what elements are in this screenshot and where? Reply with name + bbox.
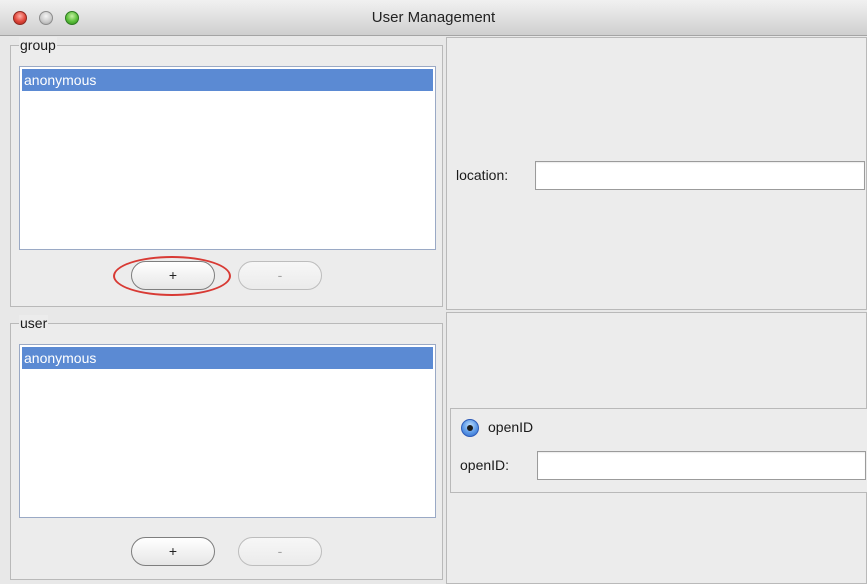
openid-field-label: openID: <box>460 457 510 473</box>
remove-group-button[interactable]: - <box>238 261 322 290</box>
user-panel: user anonymous <box>10 315 443 580</box>
remove-user-button[interactable]: - <box>238 537 322 566</box>
group-legend: group <box>19 37 57 53</box>
group-list-item-anonymous[interactable]: anonymous <box>22 69 433 91</box>
highlight-ring <box>113 256 231 296</box>
user-list-item-anonymous[interactable]: anonymous <box>22 347 433 369</box>
openid-field[interactable] <box>537 451 866 480</box>
location-panel: location: <box>446 37 867 310</box>
openid-group: openID openID: <box>450 408 867 493</box>
user-legend: user <box>19 315 49 331</box>
location-label: location: <box>456 167 509 183</box>
user-list[interactable]: anonymous <box>19 344 436 518</box>
location-field[interactable] <box>535 161 865 190</box>
openid-radio-label: openID <box>488 419 534 435</box>
title-bar: User Management <box>0 0 867 36</box>
add-user-button[interactable]: + <box>131 537 215 566</box>
openid-radio[interactable] <box>461 419 479 437</box>
group-list[interactable]: anonymous <box>19 66 436 250</box>
window-title: User Management <box>371 9 496 26</box>
auth-panel: openID openID: <box>446 312 867 584</box>
